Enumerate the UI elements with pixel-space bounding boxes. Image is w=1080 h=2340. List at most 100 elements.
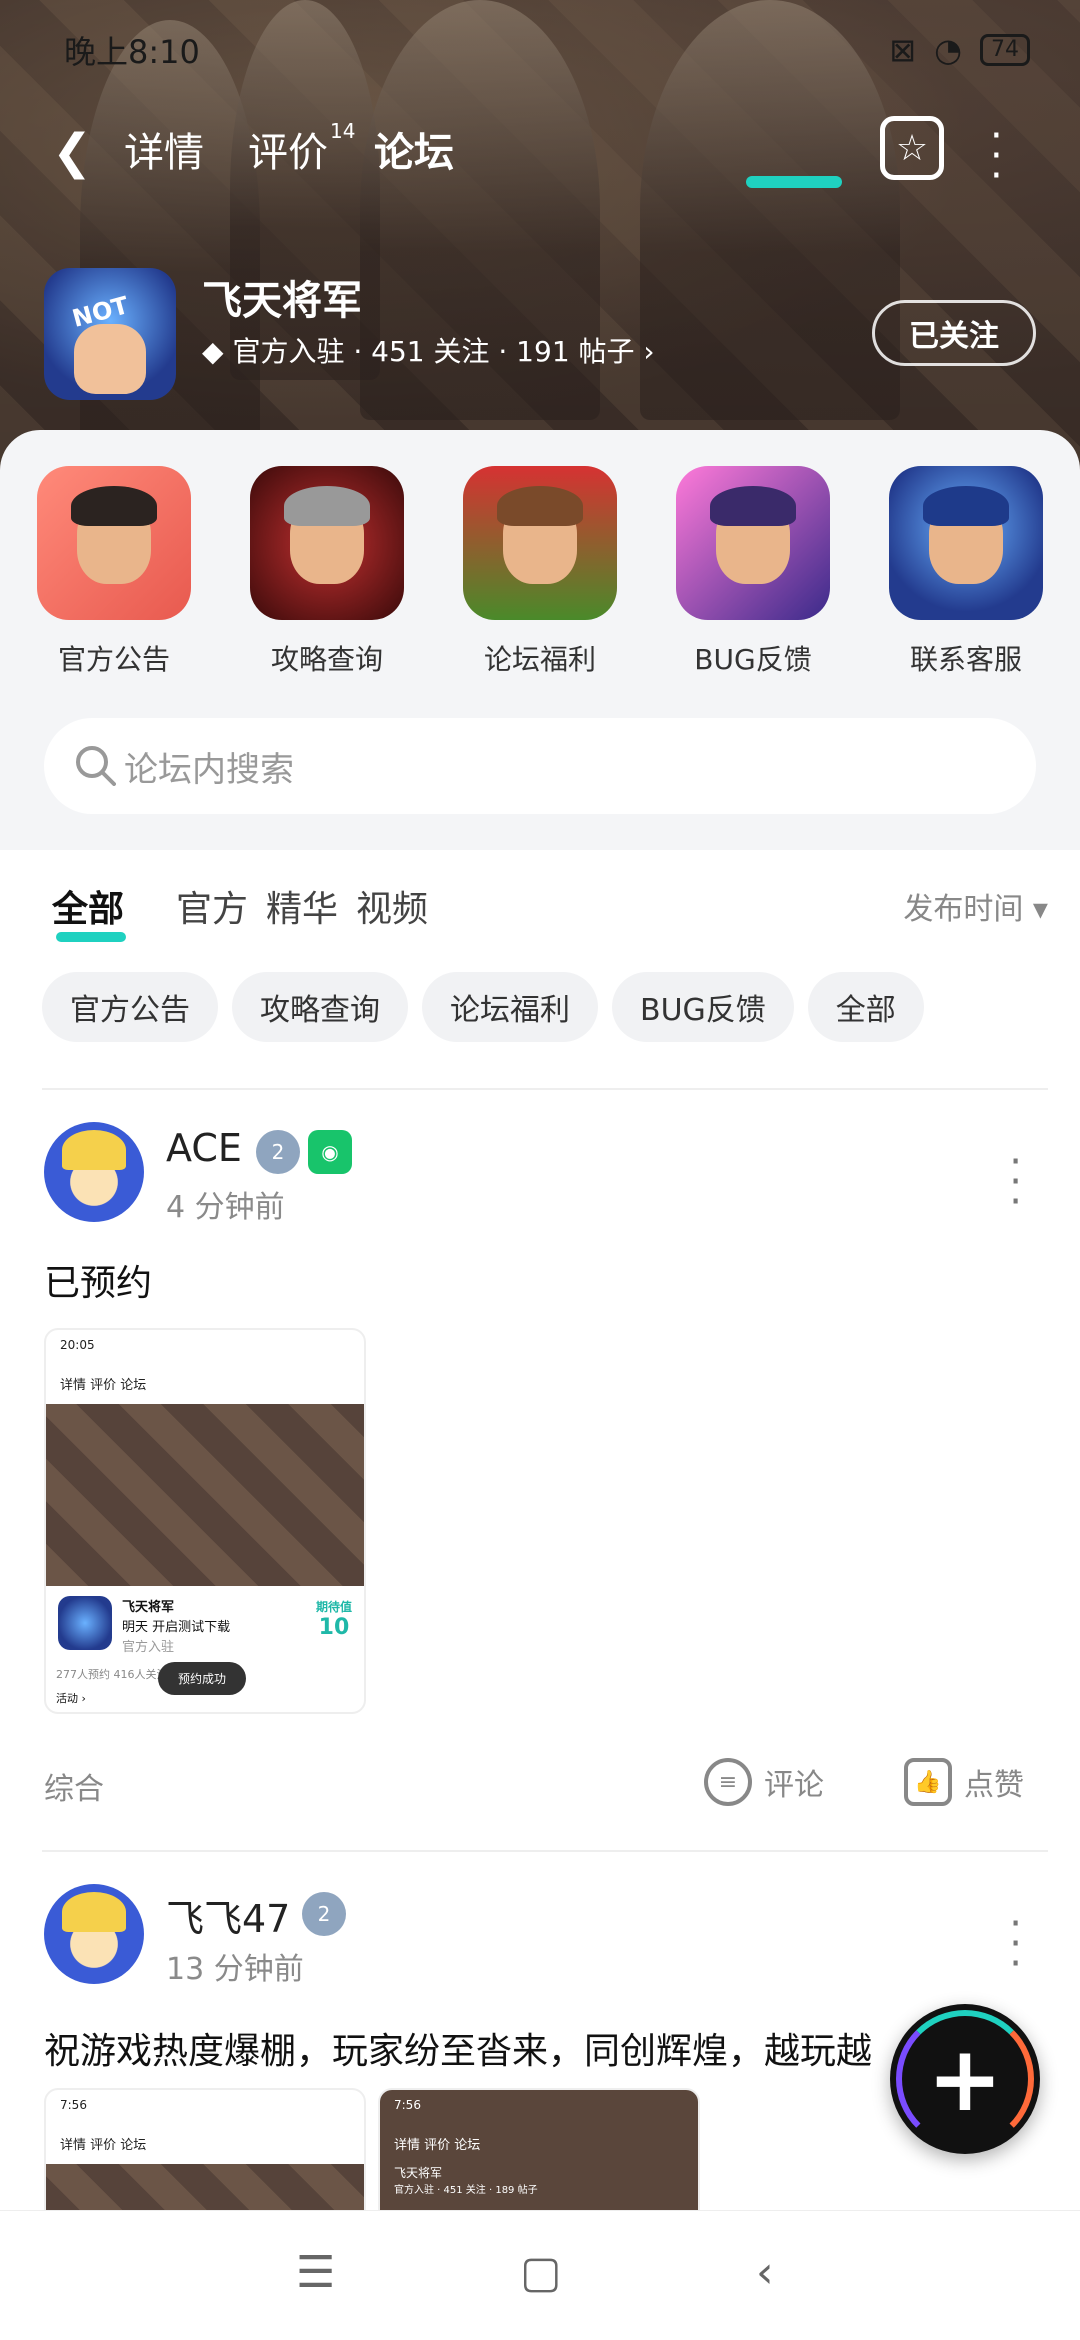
filter-tab-label: 全部: [52, 889, 125, 930]
menu-icon[interactable]: ☰: [296, 2247, 335, 2298]
divider: [42, 1088, 1048, 1090]
bug-report-icon: [676, 466, 830, 620]
back-icon[interactable]: ❮: [52, 124, 92, 180]
system-nav-bar: ☰ ▢ ‹: [0, 2210, 1080, 2340]
diamond-icon: ◆: [202, 335, 233, 368]
thumb-subtitle: 明天 开启测试下载: [122, 1620, 231, 1635]
game-header: 飞天将军 ◆ 官方入驻 · 451 关注 · 191 帖子 › 已关注: [44, 268, 1036, 400]
chip-welfare[interactable]: 论坛福利: [422, 972, 598, 1042]
shortcut-announcements[interactable]: 官方公告: [34, 466, 194, 686]
forum-panel: 官方公告 攻略查询 论坛福利 BUG反馈 联系客服 论坛内搜索: [0, 430, 1080, 850]
post-image[interactable]: 7:56 详情 评价 论坛 飞天将军 官方入驻 · 451 关注 · 189 帖…: [378, 2088, 700, 2228]
post-time: 4 分钟前: [166, 1190, 285, 1225]
gamepad-badge-icon: ◉: [308, 1130, 352, 1174]
tab-forum[interactable]: 论坛: [374, 120, 842, 188]
thumb-count: 10: [318, 1615, 350, 1640]
filter-tab-official[interactable]: 官方: [176, 880, 248, 932]
sim-icon: ⊠: [889, 31, 917, 69]
thumb-nav: 详情 评价 论坛: [60, 1378, 147, 1393]
shortcut-label: 联系客服: [909, 643, 1022, 676]
thumb-official: 官方入驻: [122, 1640, 175, 1655]
thumb-status-time: 7:56: [60, 2098, 87, 2112]
tab-reviews-label: 评价: [248, 130, 328, 176]
shortcut-bug-report[interactable]: BUG反馈: [673, 466, 833, 686]
filter-tabs: 全部 官方 精华 视频 发布时间 ▾: [52, 870, 1048, 942]
post-footer: 综合 ≡ 评论 👍 点赞: [44, 1750, 1036, 1820]
search-icon: [76, 746, 116, 786]
tab-forum-label: 论坛: [374, 130, 454, 176]
thumbs-up-icon: 👍: [904, 1758, 952, 1806]
status-time: 晚上8:10: [64, 33, 200, 71]
customer-service-icon: [889, 466, 1043, 620]
shortcut-guides[interactable]: 攻略查询: [247, 466, 407, 686]
sort-dropdown[interactable]: 发布时间 ▾: [903, 884, 1048, 928]
back-nav-icon[interactable]: ‹: [756, 2247, 774, 2298]
shortcut-label: 攻略查询: [270, 643, 383, 676]
thumb-expectation: 期待值 10: [316, 1598, 352, 1640]
thumb-stats: 277人预约 416人关注: [56, 1668, 168, 1681]
guide-icon: [250, 466, 404, 620]
category-chips: 官方公告 攻略查询 论坛福利 BUG反馈 全部: [42, 972, 1042, 1044]
post-username[interactable]: 飞飞47: [166, 1888, 290, 1943]
post-more-icon[interactable]: · · ·: [1009, 1142, 1022, 1222]
announcement-icon: [37, 466, 191, 620]
like-button[interactable]: 👍 点赞: [904, 1758, 1024, 1806]
post-image[interactable]: 20:05 详情 评价 论坛 飞天将军 明天 开启测试下载 官方入驻 277人预…: [44, 1328, 366, 1714]
shortcut-welfare[interactable]: 论坛福利: [460, 466, 620, 686]
review-count: 14: [330, 118, 356, 143]
tab-reviews[interactable]: 评价 14: [248, 118, 356, 178]
comment-icon: ≡: [704, 1758, 752, 1806]
post-more-icon[interactable]: · · ·: [1009, 1904, 1022, 1984]
post-card[interactable]: ACE 2 ◉ 4 分钟前 · · · 已预约 20:05 详情 评价 论坛 飞天将…: [44, 1122, 1036, 1822]
follow-button[interactable]: 已关注: [872, 300, 1036, 366]
thumb-toast: 预约成功: [158, 1662, 247, 1695]
divider: [42, 1850, 1048, 1852]
chip-all[interactable]: 全部: [807, 972, 924, 1042]
favorite-star-icon[interactable]: ☆: [880, 116, 944, 180]
wifi-icon: ◔: [934, 31, 962, 69]
search-input[interactable]: 论坛内搜索: [44, 718, 1036, 814]
avatar[interactable]: [44, 1884, 144, 1984]
thumb-activity: 活动 ›: [56, 1692, 86, 1705]
thumb-status-time: 7:56: [394, 2098, 421, 2112]
post-card[interactable]: 飞飞47 2 13 分钟前 · · · 祝游戏热度爆棚，玩家纷至沓来，同创辉煌，越玩…: [44, 1884, 1036, 2228]
filter-tab-video[interactable]: 视频: [356, 880, 428, 932]
shortcut-customer-service[interactable]: 联系客服: [886, 466, 1046, 686]
game-meta-text: 官方入驻 · 451 关注 · 191 帖子 ›: [232, 335, 655, 368]
level-badge-icon: 2: [302, 1892, 346, 1936]
game-icon[interactable]: [44, 268, 176, 400]
like-label: 点赞: [964, 1768, 1024, 1803]
post-time: 13 分钟前: [166, 1952, 304, 1987]
welfare-icon: [463, 466, 617, 620]
post-text: 祝游戏热度爆棚，玩家纷至沓来，同创辉煌，越玩越: [44, 2031, 873, 2072]
post-username[interactable]: ACE: [166, 1126, 242, 1170]
post-category[interactable]: 综合: [44, 1764, 104, 1808]
thumb-status-time: 20:05: [60, 1338, 95, 1352]
comment-button[interactable]: ≡ 评论: [704, 1758, 824, 1806]
home-icon[interactable]: ▢: [520, 2247, 562, 2298]
status-bar: 晚上8:10 ⊠ ◔ 74: [64, 22, 1030, 78]
tab-details[interactable]: 详情: [124, 120, 204, 178]
filter-tab-all[interactable]: 全部: [52, 880, 126, 942]
thumb-banner: [46, 1404, 364, 1586]
thumb-info: 飞天将军 明天 开启测试下载 官方入驻 277人预约 416人关注 活动 › 期…: [46, 1586, 364, 1712]
filter-tab-featured[interactable]: 精华: [266, 880, 338, 932]
thumb-nav: 详情 评价 论坛: [394, 2138, 481, 2153]
thumb-count-label: 期待值: [315, 1600, 352, 1614]
create-post-button[interactable]: +: [890, 2004, 1040, 2154]
chip-bug-report[interactable]: BUG反馈: [612, 972, 794, 1042]
top-nav: ❮ 详情 评价 14 论坛 ☆ · · ·: [0, 110, 1080, 196]
post-image[interactable]: 7:56 详情 评价 论坛: [44, 2088, 366, 2228]
more-vertical-icon[interactable]: · · ·: [990, 116, 1003, 196]
battery-icon: 74: [980, 34, 1030, 66]
avatar[interactable]: [44, 1122, 144, 1222]
game-meta[interactable]: ◆ 官方入驻 · 451 关注 · 191 帖子 ›: [202, 330, 655, 370]
shortcut-label: BUG反馈: [694, 643, 812, 676]
post-text: 已预约: [44, 1263, 153, 1304]
shortcut-row: 官方公告 攻略查询 论坛福利 BUG反馈 联系客服: [34, 466, 1046, 686]
level-badge-icon: 2: [256, 1130, 300, 1174]
thumb-meta: 官方入驻 · 451 关注 · 189 帖子: [394, 2185, 538, 2196]
chip-guides[interactable]: 攻略查询: [232, 972, 408, 1042]
thumb-game-icon: [58, 1596, 112, 1650]
chip-announcements[interactable]: 官方公告: [42, 972, 218, 1042]
